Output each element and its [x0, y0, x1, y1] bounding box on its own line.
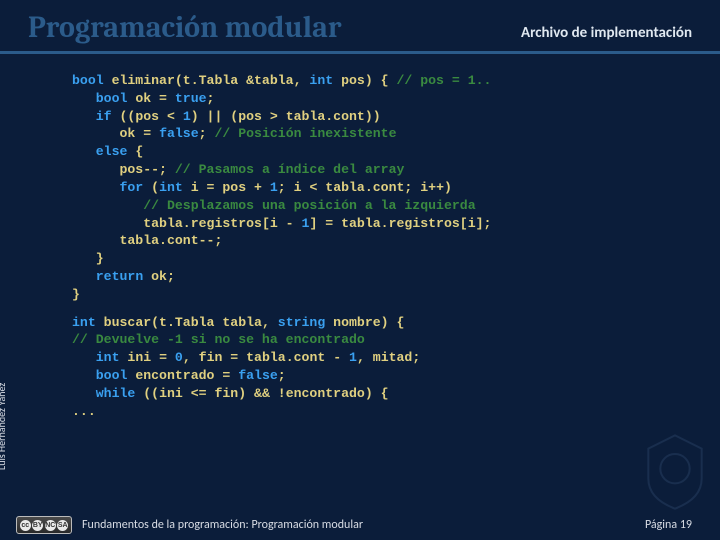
code-fn-eliminar: bool eliminar(t.Tabla &tabla, int pos) {… — [72, 72, 692, 304]
code-fn-buscar: int buscar(t.Tabla tabla, string nombre)… — [72, 314, 692, 421]
slide-footer: cc BY NC SA Fundamentos de la programaci… — [0, 510, 720, 540]
code-block: bool eliminar(t.Tabla &tabla, int pos) {… — [0, 54, 720, 420]
author-vertical: Luis Hernández Yáñez — [0, 383, 8, 470]
institution-seal-icon — [640, 432, 710, 512]
slide-section: Archivo de implementación — [521, 24, 692, 42]
slide-header: Programación modular Archivo de implemen… — [0, 0, 720, 54]
footer-page: Página 19 — [645, 518, 692, 532]
nc-icon: NC — [45, 520, 56, 531]
sa-icon: SA — [57, 520, 68, 531]
cc-license-badge-icon: cc BY NC SA — [16, 516, 72, 534]
by-icon: BY — [32, 520, 43, 531]
slide-title: Programación modular — [28, 10, 342, 45]
footer-course: Fundamentos de la programación: Programa… — [82, 518, 363, 532]
cc-icon: cc — [20, 520, 31, 531]
